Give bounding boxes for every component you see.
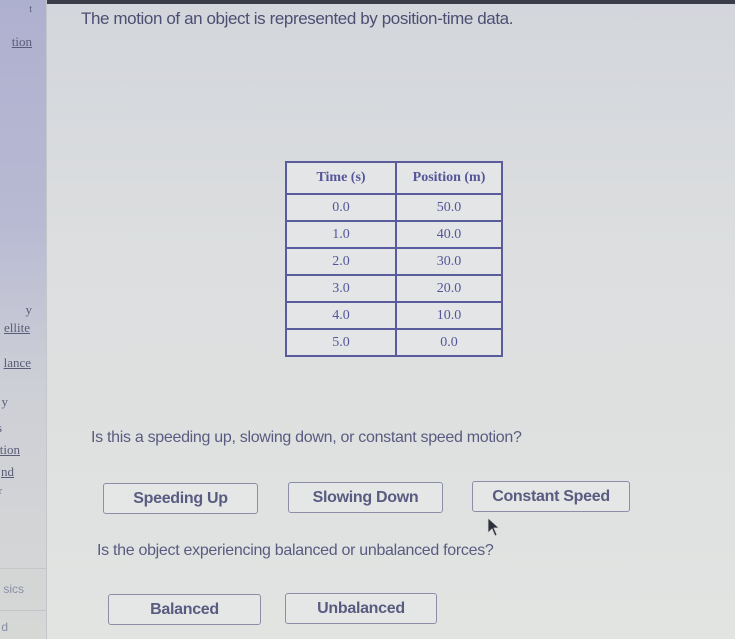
sidebar-item[interactable]: r bbox=[0, 486, 2, 497]
mouse-cursor-icon bbox=[487, 517, 501, 537]
sidebar-navigation: t tion y ellite lance y s tion nd r sics… bbox=[0, 0, 47, 639]
sidebar-item[interactable]: tion bbox=[12, 34, 32, 50]
time-cell: 4.0 bbox=[285, 301, 397, 330]
sidebar-item[interactable]: s bbox=[0, 420, 2, 436]
sidebar-divider bbox=[0, 568, 46, 569]
time-cell: 5.0 bbox=[285, 328, 397, 357]
window-top-edge bbox=[0, 0, 735, 4]
table-row: 4.0 10.0 bbox=[285, 301, 503, 330]
sidebar-item[interactable]: t bbox=[29, 4, 32, 15]
balanced-button[interactable]: Balanced bbox=[108, 594, 261, 625]
slowing-down-button[interactable]: Slowing Down bbox=[288, 482, 443, 513]
sidebar-item[interactable]: sics bbox=[3, 582, 24, 596]
table-row: 1.0 40.0 bbox=[285, 220, 503, 249]
position-cell: 0.0 bbox=[395, 328, 503, 357]
time-cell: 1.0 bbox=[285, 220, 397, 249]
time-cell: 2.0 bbox=[285, 247, 397, 276]
constant-speed-button[interactable]: Constant Speed bbox=[472, 481, 630, 512]
column-header-position: Position (m) bbox=[395, 161, 503, 195]
column-header-time: Time (s) bbox=[285, 161, 397, 195]
time-cell: 0.0 bbox=[285, 193, 397, 222]
question-prompt: The motion of an object is represented b… bbox=[81, 9, 514, 28]
position-cell: 30.0 bbox=[395, 247, 503, 276]
table-row: 5.0 0.0 bbox=[285, 328, 503, 357]
table-row: 2.0 30.0 bbox=[285, 247, 503, 276]
sidebar-item[interactable]: y bbox=[2, 394, 9, 410]
time-cell: 3.0 bbox=[285, 274, 397, 303]
sidebar-item[interactable]: d bbox=[1, 620, 8, 634]
sidebar-item[interactable]: nd bbox=[1, 464, 14, 480]
position-cell: 20.0 bbox=[395, 274, 503, 303]
position-cell: 40.0 bbox=[395, 220, 503, 249]
unbalanced-button[interactable]: Unbalanced bbox=[285, 593, 437, 624]
position-cell: 10.0 bbox=[395, 301, 503, 330]
table-row: 0.0 50.0 bbox=[285, 193, 503, 222]
motion-type-question: Is this a speeding up, slowing down, or … bbox=[91, 429, 522, 446]
speeding-up-button[interactable]: Speeding Up bbox=[103, 483, 258, 514]
position-time-table: Time (s) Position (m) 0.0 50.0 1.0 40.0 … bbox=[285, 161, 503, 357]
sidebar-item[interactable]: y bbox=[26, 302, 33, 318]
forces-question: Is the object experiencing balanced or u… bbox=[97, 542, 494, 559]
position-cell: 50.0 bbox=[395, 193, 503, 222]
sidebar-divider bbox=[0, 610, 46, 611]
table-header-row: Time (s) Position (m) bbox=[285, 161, 503, 195]
table-row: 3.0 20.0 bbox=[285, 274, 503, 303]
sidebar-item[interactable]: tion bbox=[0, 442, 20, 458]
sidebar-item[interactable]: lance bbox=[4, 355, 31, 371]
sidebar-item[interactable]: ellite bbox=[4, 320, 30, 336]
